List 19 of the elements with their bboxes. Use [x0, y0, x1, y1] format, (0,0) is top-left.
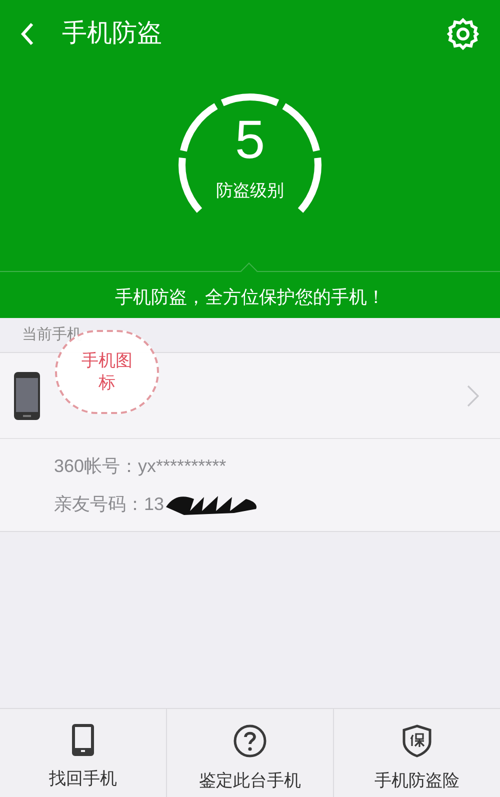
chevron-right-icon [467, 384, 479, 406]
info-value: 13 [144, 492, 164, 516]
info-label: 亲友号码： [54, 492, 144, 516]
back-icon[interactable] [20, 22, 34, 46]
bottom-nav-button[interactable]: 找回手机 [0, 709, 166, 797]
bottom-nav-button[interactable]: 手机防盗险 [333, 709, 500, 797]
level-value: 5 [234, 110, 266, 170]
settings-icon[interactable] [446, 17, 480, 51]
screen-title: 手机防盗 [62, 18, 162, 50]
tagline: 手机防盗，全方位保护您的手机！ [114, 286, 386, 309]
shield-icon [401, 724, 433, 758]
bottom-nav-button[interactable]: 鉴定此台手机 [166, 709, 333, 797]
help-icon [233, 724, 267, 758]
info-label: 360帐号： [54, 454, 138, 476]
info-value: yx********** [138, 454, 226, 478]
level-label: 防盗级别 [216, 180, 284, 202]
tablet-icon [72, 724, 94, 756]
phone-icon [13, 370, 41, 420]
callout-text: 手机图标 [80, 350, 134, 394]
